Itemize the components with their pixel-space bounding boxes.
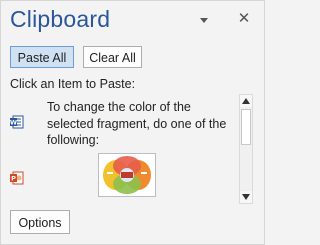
arrow-down-icon xyxy=(242,194,250,200)
clipboard-pane: Clipboard ✕ Paste All Clear All Click an… xyxy=(0,0,265,245)
svg-text:W: W xyxy=(10,119,17,127)
svg-text:P: P xyxy=(11,175,16,183)
word-icon: W xyxy=(10,115,24,129)
clipboard-item-word[interactable]: W To change the color of the selected fr… xyxy=(1,99,237,151)
diagram-thumbnail-image xyxy=(103,156,151,194)
options-button[interactable]: Options xyxy=(10,210,70,234)
scrollbar-thumb[interactable] xyxy=(241,109,251,145)
close-button[interactable]: ✕ xyxy=(237,11,251,27)
close-icon: ✕ xyxy=(237,10,251,27)
clipboard-item-thumbnail[interactable] xyxy=(98,153,156,197)
scroll-down-button[interactable] xyxy=(240,191,252,203)
items-scrollbar[interactable] xyxy=(239,94,253,204)
clear-all-button[interactable]: Clear All xyxy=(83,46,142,68)
powerpoint-icon: P xyxy=(10,171,24,185)
scroll-up-button[interactable] xyxy=(240,95,252,107)
chevron-down-icon xyxy=(200,18,208,23)
paste-all-button[interactable]: Paste All xyxy=(10,46,74,68)
instruction-text: Click an Item to Paste: xyxy=(10,77,136,91)
pane-title: Clipboard xyxy=(10,6,111,32)
pane-options-menu[interactable] xyxy=(199,17,209,25)
clipboard-item-text: To change the color of the selected frag… xyxy=(47,100,227,147)
arrow-up-icon xyxy=(242,98,250,104)
